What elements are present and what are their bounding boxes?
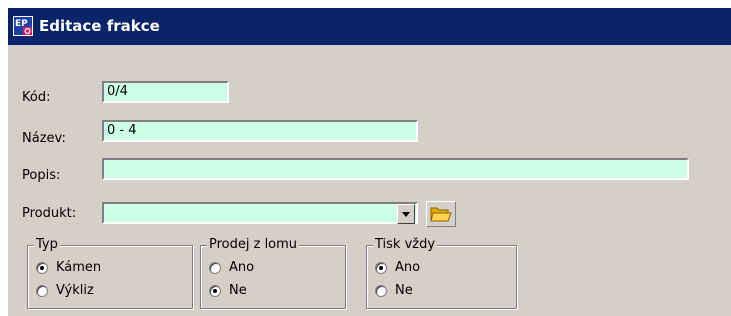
radio-unchecked-icon (36, 285, 48, 297)
radio-unchecked-icon (375, 285, 387, 297)
folder-open-icon (430, 207, 452, 222)
ep-app-icon: EP (13, 16, 33, 36)
prodej-ne-label: Ne (229, 283, 247, 298)
edit-fraction-window: EP Editace frakce Kód: 0/4 Název: 0 - 4 … (8, 8, 731, 316)
prodej-group-label: Prodej z lomu (207, 237, 300, 253)
tisk-group-label: Tisk vždy (373, 237, 438, 253)
typ-vykliz-label: Výkliz (56, 283, 94, 298)
kod-label: Kód: (22, 90, 51, 105)
tisk-ano-label: Ano (395, 260, 421, 275)
tisk-ne-label: Ne (395, 283, 413, 298)
kod-field[interactable]: 0/4 (102, 81, 229, 103)
window-title: Editace frakce (39, 17, 160, 35)
typ-kamen-label: Kámen (56, 260, 102, 275)
produkt-label: Produkt: (22, 206, 77, 221)
nazev-field[interactable]: 0 - 4 (102, 120, 418, 142)
title-bar[interactable]: EP Editace frakce (8, 8, 731, 45)
produkt-combobox[interactable] (102, 202, 418, 224)
tisk-group: Tisk vždy Ano Ne (366, 237, 517, 309)
browse-button[interactable] (426, 201, 456, 227)
radio-checked-icon (36, 262, 48, 274)
radio-unchecked-icon (209, 262, 221, 274)
typ-group: Typ Kámen Výkliz (27, 237, 193, 309)
nazev-label: Název: (22, 131, 66, 146)
popis-field[interactable] (102, 158, 689, 180)
prodej-group: Prodej z lomu Ano Ne (200, 237, 346, 309)
prodej-ano-label: Ano (229, 260, 255, 275)
radio-checked-icon (375, 262, 387, 274)
radio-checked-icon (209, 285, 221, 297)
popis-label: Popis: (22, 168, 61, 183)
chevron-down-icon[interactable] (397, 204, 415, 224)
typ-group-label: Typ (34, 237, 60, 253)
